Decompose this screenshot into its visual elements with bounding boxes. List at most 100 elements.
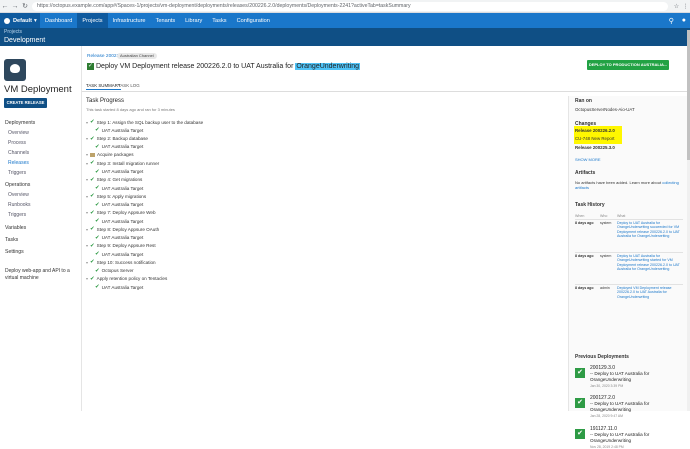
- nav-dashboard[interactable]: Dashboard: [40, 13, 77, 28]
- task-step-label: Step 8: Deploy Appsure OAuth: [96, 226, 160, 232]
- nav-projects[interactable]: Projects: [77, 13, 108, 28]
- forward-icon[interactable]: →: [10, 0, 20, 13]
- expand-icon[interactable]: ▾: [86, 276, 88, 281]
- previous-deployment-target[interactable]: -- Deploy to UAT Australia for OrangeUnd…: [590, 371, 670, 382]
- task-step-item[interactable]: ✔ UAT Australia Target: [95, 127, 143, 133]
- search-icon[interactable]: ⚲: [665, 17, 678, 25]
- task-step-item[interactable]: ▾ ✔ Step 5: Apply migrations: [86, 193, 146, 199]
- sidebar-item-variables[interactable]: Variables: [5, 225, 26, 231]
- task-step-item[interactable]: ▾ Acquire packages: [86, 152, 134, 157]
- success-check-icon: ✔: [90, 160, 95, 167]
- breadcrumb[interactable]: Projects: [4, 28, 690, 36]
- sidebar-item-operations-overview[interactable]: Overview: [8, 192, 29, 198]
- expand-icon[interactable]: ▾: [86, 136, 88, 141]
- task-step-item[interactable]: ✔ UAT Australia Target: [95, 144, 143, 150]
- task-step-item[interactable]: ▾ ✔ Step 4: Get migrations: [86, 177, 142, 183]
- nav-infrastructure[interactable]: Infrastructure: [108, 13, 151, 28]
- space-switcher[interactable]: Default ▾: [0, 13, 40, 28]
- expand-icon[interactable]: ▾: [86, 243, 88, 248]
- task-step-item[interactable]: ✔ UAT Australia Target: [95, 185, 143, 191]
- nav-configuration[interactable]: Configuration: [232, 13, 275, 28]
- task-step-item[interactable]: ▾ ✔ Step 10: Success notification: [86, 259, 156, 265]
- show-more-link[interactable]: SHOW MORE: [575, 157, 601, 162]
- deployment-title-text: Deploy VM Deployment release 200226.2.0 …: [96, 63, 294, 70]
- address-bar[interactable]: https://octopus.example.com/app#/Spaces-…: [32, 1, 668, 11]
- sidebar-item-tasks[interactable]: Tasks: [5, 237, 18, 243]
- success-check-icon: ✔: [90, 242, 95, 249]
- expand-icon[interactable]: ▾: [86, 120, 88, 125]
- nav-library[interactable]: Library: [180, 13, 207, 28]
- task-step-item[interactable]: ✔ UAT Australia Target: [95, 169, 143, 175]
- task-step-item[interactable]: ✔ UAT Australia Target: [95, 235, 143, 241]
- project-sidebar: VM Deployment CREATE RELEASE Deployments…: [0, 46, 82, 411]
- previous-deployments-label: Previous Deployments: [575, 354, 629, 360]
- task-step-item[interactable]: ▾ ✔ Step 1: Assign the SQL backup user to …: [86, 119, 203, 125]
- history-what[interactable]: Deploy to UAT Australia for OrangeUnderw…: [617, 254, 683, 271]
- expand-icon[interactable]: ▾: [86, 177, 88, 182]
- space-logo-icon: [4, 17, 10, 24]
- success-check-icon: ✔: [575, 368, 585, 378]
- expand-icon[interactable]: ▾: [86, 260, 88, 265]
- success-check-icon: ✔: [90, 193, 95, 200]
- tab-task-summary[interactable]: TASK SUMMARY: [86, 83, 121, 90]
- deploy-to-production-button[interactable]: DEPLOY TO PRODUCTION AUSTRALIA...: [587, 60, 669, 70]
- change-release-1[interactable]: Release 200226.2.0: [575, 128, 615, 133]
- sidebar-item-runbooks[interactable]: Runbooks: [8, 202, 31, 208]
- sidebar-item-releases[interactable]: Releases: [8, 160, 29, 166]
- task-step-label: Step 3: Install migration runner: [96, 160, 160, 166]
- sidebar-item-triggers[interactable]: Triggers: [8, 170, 26, 176]
- user-avatar-icon[interactable]: ●: [678, 17, 690, 24]
- task-step-label: Step 2: Backup database: [96, 136, 148, 141]
- success-check-icon: ✔: [90, 176, 95, 183]
- task-step-label: Step 5: Apply migrations: [96, 193, 147, 199]
- expand-icon[interactable]: ▾: [86, 227, 88, 232]
- tenant-chip[interactable]: OrangeUnderwriting: [295, 63, 361, 70]
- task-step-label: Step 1: Assign the SQL backup user to th…: [96, 119, 204, 125]
- star-icon[interactable]: ☆: [672, 3, 681, 10]
- task-step-item[interactable]: ▾ ✔ Apply retention policy on Tentacles: [86, 276, 167, 282]
- task-step-item[interactable]: ▾ ✔ Step 2: Backup database: [86, 136, 148, 142]
- nav-tasks[interactable]: Tasks: [207, 13, 231, 28]
- menu-icon[interactable]: ⋮: [681, 3, 690, 10]
- change-release-2[interactable]: Release 200225.3.0: [575, 145, 615, 150]
- success-check-icon: ✓: [87, 63, 94, 70]
- sidebar-section-deployments[interactable]: Deployments: [5, 120, 35, 126]
- chevron-down-icon: ▾: [33, 17, 37, 24]
- previous-deployment-target[interactable]: -- Deploy to UAT Australia for OrangeUnd…: [590, 432, 670, 443]
- task-step-item[interactable]: ▾ ✔ Step 7: Deploy Appsure Web: [86, 210, 156, 216]
- task-step-item[interactable]: ▾ ✔ Step 8: Deploy Appsure OAuth: [86, 226, 159, 232]
- expand-icon[interactable]: ▾: [86, 210, 88, 215]
- sidebar-item-operations-triggers[interactable]: Triggers: [8, 212, 26, 218]
- task-step-item[interactable]: ✔ UAT Australia Target: [95, 284, 143, 290]
- success-check-icon: ✔: [90, 119, 95, 125]
- expand-icon[interactable]: ▾: [86, 161, 88, 166]
- task-step-item[interactable]: ▾ ✔ Step 3: Install migration runner: [86, 160, 159, 166]
- task-step-item[interactable]: ✔ UAT Australia Target: [95, 218, 143, 224]
- success-check-icon: ✔: [575, 429, 585, 439]
- previous-deployment-date: Jan 28, 2020 9:47 AM: [590, 414, 623, 418]
- success-check-icon: ✔: [90, 275, 95, 282]
- sidebar-item-process[interactable]: Process: [8, 140, 26, 146]
- task-step-item[interactable]: ▾ ✔ Step 9: Deploy Appsure Rest: [86, 243, 156, 249]
- task-step-item[interactable]: ✔ UAT Australia Target: [95, 202, 143, 208]
- back-icon[interactable]: ←: [0, 0, 10, 13]
- space-name: Default: [13, 17, 32, 24]
- sidebar-item-settings[interactable]: Settings: [5, 249, 24, 255]
- sidebar-item-overview[interactable]: Overview: [8, 130, 29, 136]
- success-check-icon: ✔: [95, 284, 100, 290]
- nav-tenants[interactable]: Tenants: [151, 13, 181, 28]
- task-step-item[interactable]: ✔ UAT Australia Target: [95, 251, 143, 257]
- reload-icon[interactable]: ↻: [20, 0, 30, 13]
- expand-icon[interactable]: ▾: [86, 152, 88, 157]
- tab-task-log[interactable]: TASK LOG: [118, 83, 140, 88]
- sidebar-item-channels[interactable]: Channels: [8, 150, 29, 156]
- sidebar-section-operations[interactable]: Operations: [5, 182, 30, 188]
- create-release-button[interactable]: CREATE RELEASE: [4, 98, 47, 108]
- history-what[interactable]: Deploy to UAT Australia for OrangeUnderw…: [617, 221, 683, 238]
- success-check-icon: ✔: [95, 168, 100, 175]
- expand-icon[interactable]: ▾: [86, 194, 88, 199]
- task-step-item[interactable]: ✔ Octopus Server: [95, 268, 134, 274]
- task-step-label: Step 10: Success notification: [96, 259, 156, 265]
- history-what[interactable]: Deployed VM Deployment release 200226.2.…: [617, 286, 683, 299]
- task-step-label: Acquire packages: [97, 152, 134, 157]
